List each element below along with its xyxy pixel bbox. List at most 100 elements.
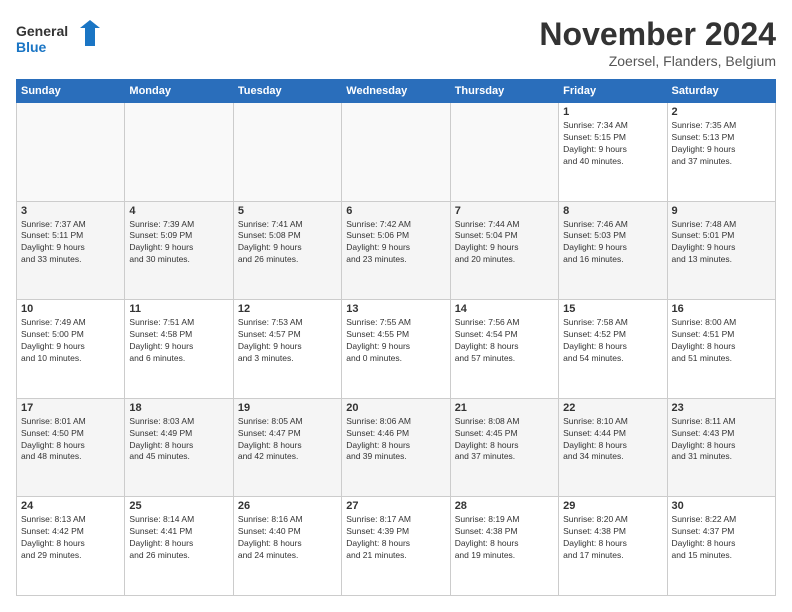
day-number: 8: [563, 205, 662, 217]
day-info: Sunrise: 8:20 AM Sunset: 4:38 PM Dayligh…: [563, 514, 662, 562]
day-number: 28: [455, 500, 554, 512]
calendar-cell-w4d6: 30 Sunrise: 8:22 AM Sunset: 4:37 PM Dayli…: [667, 497, 775, 596]
calendar-cell-w4d2: 26 Sunrise: 8:16 AM Sunset: 4:40 PM Dayli…: [233, 497, 341, 596]
day-number: 9: [672, 205, 771, 217]
day-info: Sunrise: 8:22 AM Sunset: 4:37 PM Dayligh…: [672, 514, 771, 562]
calendar-cell-w0d2: [233, 103, 341, 202]
day-number: 1: [563, 106, 662, 118]
calendar-cell-w4d0: 24 Sunrise: 8:13 AM Sunset: 4:42 PM Dayli…: [17, 497, 125, 596]
header: General Blue November 2024 Zoersel, Flan…: [16, 16, 776, 69]
day-info: Sunrise: 8:03 AM Sunset: 4:49 PM Dayligh…: [129, 416, 228, 464]
day-info: Sunrise: 7:56 AM Sunset: 4:54 PM Dayligh…: [455, 317, 554, 365]
logo: General Blue: [16, 16, 106, 64]
day-number: 30: [672, 500, 771, 512]
calendar-cell-w0d1: [125, 103, 233, 202]
calendar-cell-w3d1: 18 Sunrise: 8:03 AM Sunset: 4:49 PM Dayli…: [125, 398, 233, 497]
day-number: 17: [21, 402, 120, 414]
calendar-row-1: 3 Sunrise: 7:37 AM Sunset: 5:11 PM Daylig…: [17, 201, 776, 300]
calendar-cell-w3d0: 17 Sunrise: 8:01 AM Sunset: 4:50 PM Dayli…: [17, 398, 125, 497]
header-thursday: Thursday: [450, 80, 558, 103]
day-number: 11: [129, 303, 228, 315]
header-wednesday: Wednesday: [342, 80, 450, 103]
calendar-cell-w2d5: 15 Sunrise: 7:58 AM Sunset: 4:52 PM Dayli…: [559, 300, 667, 399]
day-number: 2: [672, 106, 771, 118]
calendar-cell-w2d4: 14 Sunrise: 7:56 AM Sunset: 4:54 PM Dayli…: [450, 300, 558, 399]
calendar-cell-w1d5: 8 Sunrise: 7:46 AM Sunset: 5:03 PM Daylig…: [559, 201, 667, 300]
calendar-cell-w3d2: 19Sunrise: 8:05 AM Sunset: 4:47 PM Dayli…: [233, 398, 341, 497]
calendar-cell-w3d5: 22 Sunrise: 8:10 AM Sunset: 4:44 PM Dayli…: [559, 398, 667, 497]
day-info: Sunrise: 8:17 AM Sunset: 4:39 PM Dayligh…: [346, 514, 445, 562]
day-info: Sunrise: 8:06 AM Sunset: 4:46 PM Dayligh…: [346, 416, 445, 464]
day-number: 10: [21, 303, 120, 315]
calendar-cell-w1d4: 7Sunrise: 7:44 AM Sunset: 5:04 PM Daylig…: [450, 201, 558, 300]
header-tuesday: Tuesday: [233, 80, 341, 103]
weekday-header-row: Sunday Monday Tuesday Wednesday Thursday…: [17, 80, 776, 103]
header-saturday: Saturday: [667, 80, 775, 103]
day-info: Sunrise: 8:16 AM Sunset: 4:40 PM Dayligh…: [238, 514, 337, 562]
day-info: Sunrise: 7:46 AM Sunset: 5:03 PM Dayligh…: [563, 219, 662, 267]
day-info: Sunrise: 7:35 AM Sunset: 5:13 PM Dayligh…: [672, 120, 771, 168]
svg-text:Blue: Blue: [16, 39, 47, 55]
day-number: 15: [563, 303, 662, 315]
day-info: Sunrise: 7:39 AM Sunset: 5:09 PM Dayligh…: [129, 219, 228, 267]
day-number: 12: [238, 303, 337, 315]
header-sunday: Sunday: [17, 80, 125, 103]
day-info: Sunrise: 7:34 AM Sunset: 5:15 PM Dayligh…: [563, 120, 662, 168]
calendar-cell-w2d1: 11Sunrise: 7:51 AM Sunset: 4:58 PM Dayli…: [125, 300, 233, 399]
day-info: Sunrise: 8:13 AM Sunset: 4:42 PM Dayligh…: [21, 514, 120, 562]
day-number: 29: [563, 500, 662, 512]
calendar-cell-w4d5: 29 Sunrise: 8:20 AM Sunset: 4:38 PM Dayli…: [559, 497, 667, 596]
calendar-cell-w0d4: [450, 103, 558, 202]
day-number: 13: [346, 303, 445, 315]
calendar-cell-w4d4: 28 Sunrise: 8:19 AM Sunset: 4:38 PM Dayli…: [450, 497, 558, 596]
calendar-row-4: 24 Sunrise: 8:13 AM Sunset: 4:42 PM Dayli…: [17, 497, 776, 596]
day-number: 23: [672, 402, 771, 414]
day-info: Sunrise: 8:19 AM Sunset: 4:38 PM Dayligh…: [455, 514, 554, 562]
calendar-cell-w1d2: 5Sunrise: 7:41 AM Sunset: 5:08 PM Daylig…: [233, 201, 341, 300]
day-info: Sunrise: 8:00 AM Sunset: 4:51 PM Dayligh…: [672, 317, 771, 365]
calendar-cell-w0d5: 1 Sunrise: 7:34 AM Sunset: 5:15 PM Daylig…: [559, 103, 667, 202]
day-info: Sunrise: 8:11 AM Sunset: 4:43 PM Dayligh…: [672, 416, 771, 464]
calendar-row-3: 17 Sunrise: 8:01 AM Sunset: 4:50 PM Dayli…: [17, 398, 776, 497]
header-friday: Friday: [559, 80, 667, 103]
day-number: 26: [238, 500, 337, 512]
calendar-cell-w0d0: [17, 103, 125, 202]
day-number: 25: [129, 500, 228, 512]
day-number: 3: [21, 205, 120, 217]
calendar-cell-w1d6: 9Sunrise: 7:48 AM Sunset: 5:01 PM Daylig…: [667, 201, 775, 300]
calendar-cell-w3d6: 23 Sunrise: 8:11 AM Sunset: 4:43 PM Dayli…: [667, 398, 775, 497]
day-info: Sunrise: 7:42 AM Sunset: 5:06 PM Dayligh…: [346, 219, 445, 267]
day-number: 4: [129, 205, 228, 217]
day-number: 22: [563, 402, 662, 414]
day-number: 19: [238, 402, 337, 414]
calendar-cell-w1d3: 6Sunrise: 7:42 AM Sunset: 5:06 PM Daylig…: [342, 201, 450, 300]
day-number: 20: [346, 402, 445, 414]
calendar-cell-w1d1: 4 Sunrise: 7:39 AM Sunset: 5:09 PM Daylig…: [125, 201, 233, 300]
day-number: 7: [455, 205, 554, 217]
calendar-cell-w2d3: 13 Sunrise: 7:55 AM Sunset: 4:55 PM Dayli…: [342, 300, 450, 399]
day-info: Sunrise: 7:55 AM Sunset: 4:55 PM Dayligh…: [346, 317, 445, 365]
day-info: Sunrise: 8:10 AM Sunset: 4:44 PM Dayligh…: [563, 416, 662, 464]
month-title: November 2024: [539, 16, 776, 53]
calendar-cell-w1d0: 3 Sunrise: 7:37 AM Sunset: 5:11 PM Daylig…: [17, 201, 125, 300]
day-number: 18: [129, 402, 228, 414]
day-info: Sunrise: 8:14 AM Sunset: 4:41 PM Dayligh…: [129, 514, 228, 562]
calendar-cell-w0d6: 2 Sunrise: 7:35 AM Sunset: 5:13 PM Daylig…: [667, 103, 775, 202]
day-info: Sunrise: 7:41 AM Sunset: 5:08 PM Dayligh…: [238, 219, 337, 267]
calendar-body: 1 Sunrise: 7:34 AM Sunset: 5:15 PM Daylig…: [17, 103, 776, 596]
calendar-cell-w2d2: 12Sunrise: 7:53 AM Sunset: 4:57 PM Dayli…: [233, 300, 341, 399]
day-number: 24: [21, 500, 120, 512]
day-info: Sunrise: 8:08 AM Sunset: 4:45 PM Dayligh…: [455, 416, 554, 464]
day-number: 14: [455, 303, 554, 315]
calendar-row-2: 10Sunrise: 7:49 AM Sunset: 5:00 PM Dayli…: [17, 300, 776, 399]
location: Zoersel, Flanders, Belgium: [539, 53, 776, 69]
calendar-cell-w2d6: 16Sunrise: 8:00 AM Sunset: 4:51 PM Dayli…: [667, 300, 775, 399]
title-block: November 2024 Zoersel, Flanders, Belgium: [539, 16, 776, 69]
day-number: 27: [346, 500, 445, 512]
day-info: Sunrise: 7:37 AM Sunset: 5:11 PM Dayligh…: [21, 219, 120, 267]
day-info: Sunrise: 7:58 AM Sunset: 4:52 PM Dayligh…: [563, 317, 662, 365]
page: General Blue November 2024 Zoersel, Flan…: [0, 0, 792, 612]
day-number: 21: [455, 402, 554, 414]
header-monday: Monday: [125, 80, 233, 103]
day-info: Sunrise: 8:01 AM Sunset: 4:50 PM Dayligh…: [21, 416, 120, 464]
